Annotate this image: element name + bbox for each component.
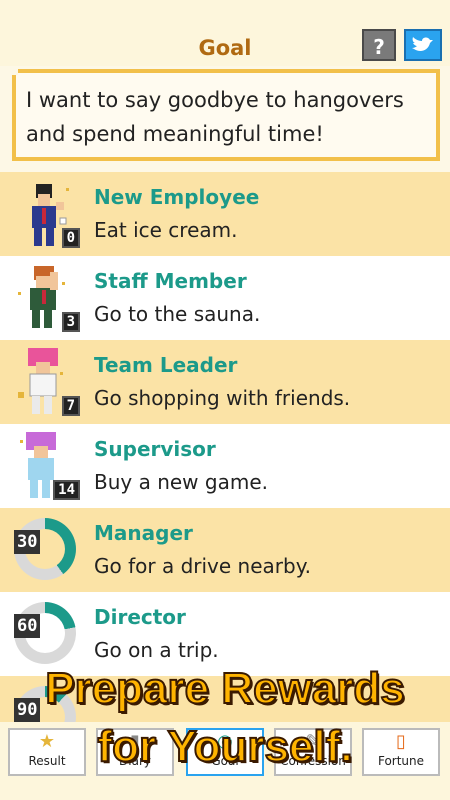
rank-label: Staff Member <box>94 269 247 293</box>
count-badge: 60 <box>14 614 41 638</box>
reward-row[interactable]: 30 Manager Go for a drive nearby. <box>0 508 450 592</box>
staff-avatar-icon: 3 <box>12 262 84 336</box>
employee-avatar-icon: 0 <box>12 178 84 252</box>
help-button[interactable]: ? <box>362 29 396 61</box>
top-bar: Goal ? <box>0 0 450 66</box>
reward-row[interactable]: 7 Team Leader Go shopping with friends. <box>0 340 450 424</box>
team-leader-avatar-icon: 7 <box>12 346 84 420</box>
count-badge: 0 <box>61 228 80 248</box>
count-badge: 30 <box>14 530 41 554</box>
reward-task: Go to the sauna. <box>94 302 261 326</box>
reward-task: Eat ice cream. <box>94 218 238 242</box>
promo-line-2: for Yourself. <box>96 721 353 772</box>
count-badge: 3 <box>61 312 80 332</box>
count-badge: 14 <box>53 480 80 500</box>
goal-box[interactable]: I want to say goodbye to hangovers and s… <box>12 69 440 161</box>
reward-task: Go shopping with friends. <box>94 386 351 410</box>
reward-task: Buy a new game. <box>94 470 268 494</box>
reward-row[interactable]: 0 New Employee Eat ice cream. <box>0 172 450 256</box>
reward-task: Go for a drive nearby. <box>94 554 312 578</box>
promo-line-1: Prepare Rewards <box>44 663 406 714</box>
supervisor-avatar-icon: 14 <box>12 430 84 504</box>
goal-text: I want to say goodbye to hangovers and s… <box>26 88 404 146</box>
count-badge: 7 <box>61 396 80 416</box>
reward-row[interactable]: 14 Supervisor Buy a new game. <box>0 424 450 508</box>
rank-label: Supervisor <box>94 437 216 461</box>
bird-icon <box>412 37 433 51</box>
rank-label: New Employee <box>94 185 260 209</box>
rank-label: Manager <box>94 521 193 545</box>
reward-task: Go on a trip. <box>94 638 219 662</box>
rank-label: Director <box>94 605 186 629</box>
rank-label: Team Leader <box>94 353 238 377</box>
reward-row[interactable]: 3 Staff Member Go to the sauna. <box>0 256 450 340</box>
twitter-share-button[interactable] <box>404 29 442 61</box>
